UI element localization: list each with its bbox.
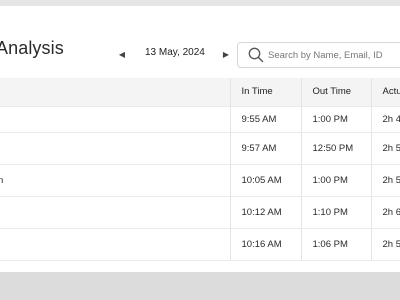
- next-day-button[interactable]: ▶: [220, 44, 232, 64]
- cell-out-time: 1:06 PM: [301, 228, 372, 261]
- cell-out-time: 1:00 PM: [301, 106, 372, 133]
- cell-name: [0, 196, 231, 229]
- column-header-in-time[interactable]: In Time: [230, 78, 302, 107]
- page-title: Analysis: [0, 38, 64, 58]
- current-date: 13 May, 2024: [145, 47, 205, 58]
- table-row[interactable]: n 10:05 AM 1:00 PM 2h 5: [0, 164, 400, 197]
- cell-in-time: 10:16 AM: [230, 228, 302, 261]
- cell-in-time: 10:05 AM: [230, 164, 302, 197]
- cell-actual: 2h 4: [371, 106, 400, 133]
- column-header-actual[interactable]: Actu: [371, 78, 400, 107]
- table-row[interactable]: 10:16 AM 1:06 PM 2h 5: [0, 228, 400, 261]
- table-row[interactable]: 10:12 AM 1:10 PM 2h 6: [0, 196, 400, 229]
- cell-out-time: 12:50 PM: [301, 132, 372, 165]
- cell-name: [0, 228, 231, 261]
- column-header-name[interactable]: [0, 78, 231, 107]
- cell-in-time: 9:55 AM: [230, 106, 302, 133]
- triangle-left-icon: ◀: [118, 49, 126, 59]
- search-box[interactable]: [237, 42, 400, 68]
- cell-name: [0, 106, 231, 133]
- search-input[interactable]: [268, 48, 400, 63]
- cell-actual: 2h 5: [371, 164, 400, 197]
- previous-day-button[interactable]: ◀: [116, 44, 128, 64]
- bottom-bar: [0, 272, 400, 300]
- table-row[interactable]: 9:57 AM 12:50 PM 2h 5: [0, 132, 400, 165]
- triangle-right-icon: ▶: [222, 49, 230, 59]
- analysis-panel: Analysis ◀ 13 May, 2024 ▶ In Time Out Ti…: [0, 6, 400, 272]
- table-header-row: In Time Out Time Actu: [0, 78, 400, 107]
- date-navigator: ◀ 13 May, 2024 ▶: [116, 42, 232, 66]
- cell-actual: 2h 5: [371, 228, 400, 261]
- cell-actual: 2h 5: [371, 132, 400, 165]
- attendance-table: In Time Out Time Actu 9:55 AM 1:00 PM 2h…: [0, 78, 400, 261]
- cell-in-time: 10:12 AM: [230, 196, 302, 229]
- search-icon: [248, 47, 264, 63]
- cell-actual: 2h 6: [371, 196, 400, 229]
- cell-name: [0, 132, 231, 165]
- cell-in-time: 9:57 AM: [230, 132, 302, 165]
- cell-out-time: 1:10 PM: [301, 196, 372, 229]
- column-header-out-time[interactable]: Out Time: [301, 78, 372, 107]
- table-row[interactable]: 9:55 AM 1:00 PM 2h 4: [0, 106, 400, 133]
- cell-out-time: 1:00 PM: [301, 164, 372, 197]
- cell-name: n: [0, 164, 231, 197]
